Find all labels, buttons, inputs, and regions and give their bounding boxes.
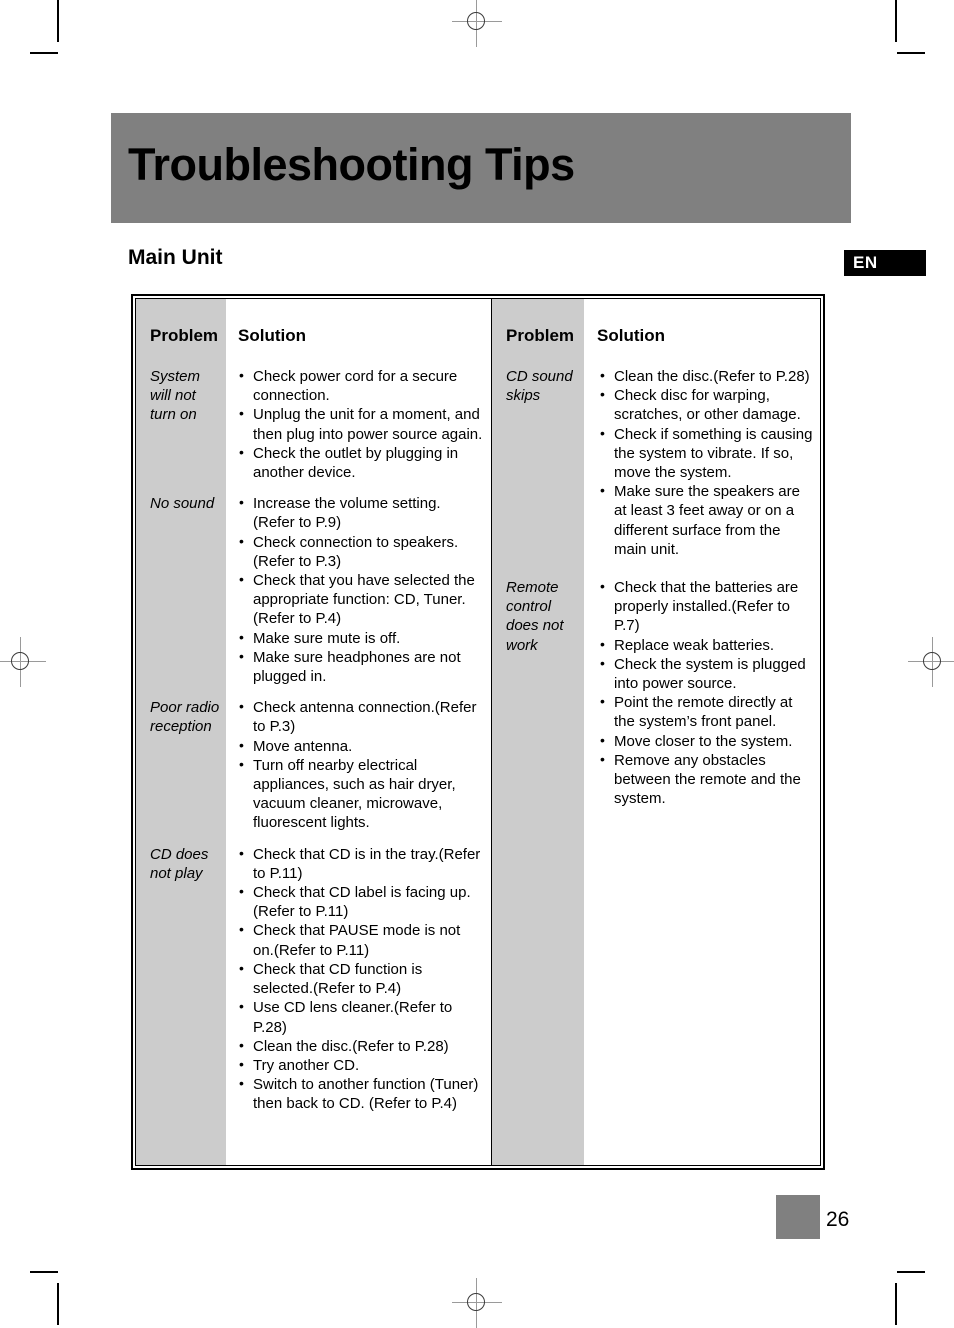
solution-list-item: Check that the batteries are properly in… bbox=[599, 577, 816, 636]
solution-cell: Clean the disc.(Refer to P.28)Check disc… bbox=[584, 366, 820, 559]
table-row-inner: Remote control does not work Check that t… bbox=[492, 577, 820, 809]
table-row: CD sound skips Clean the disc.(Refer to P… bbox=[492, 366, 820, 559]
table-row: System will not turn on Check power cord … bbox=[136, 366, 491, 482]
solution-cell: Check antenna connection.(Refer to P.3)M… bbox=[226, 697, 491, 833]
solution-list-item: Try another CD. bbox=[238, 1055, 485, 1075]
row-spacer bbox=[136, 833, 491, 845]
solution-list-item: Replace weak batteries. bbox=[599, 635, 816, 655]
column-header-problem-left: Problem bbox=[150, 326, 219, 345]
solution-list-item: Check power cord for a secure connection… bbox=[238, 366, 485, 405]
table-row-inner: System will not turn on Check power cord … bbox=[136, 366, 491, 482]
column-header-problem-right: Problem bbox=[506, 326, 575, 345]
table-left-half: Problem Solution System will not turn on… bbox=[136, 299, 491, 1165]
column-header-solution-right: Solution bbox=[597, 326, 665, 345]
table-right-half: Problem Solution CD sound skips Clean the… bbox=[491, 299, 820, 1165]
solution-list-item: Check that CD function is selected.(Refe… bbox=[238, 959, 485, 998]
table-row: CD does not play Check that CD is in the … bbox=[136, 844, 491, 1114]
page-number: 26 bbox=[826, 1208, 850, 1231]
section-heading: Main Unit bbox=[128, 246, 223, 269]
solution-list-item: Move closer to the system. bbox=[599, 731, 816, 751]
problem-cell: Poor radio reception bbox=[150, 699, 220, 736]
table-row-inner: Poor radio reception Check antenna connec… bbox=[136, 697, 491, 833]
solution-cell: Check power cord for a secure connection… bbox=[226, 366, 491, 482]
solution-cell: Check that the batteries are properly in… bbox=[584, 577, 820, 809]
row-spacer bbox=[492, 559, 820, 578]
language-badge: EN bbox=[844, 250, 926, 276]
problem-cell: CD does not play bbox=[150, 845, 209, 882]
solution-list-item: Clean the disc.(Refer to P.28) bbox=[238, 1036, 485, 1056]
solution-list-item: Check that PAUSE mode is not on.(Refer t… bbox=[238, 920, 485, 959]
problem-cell: No sound bbox=[150, 495, 215, 513]
table-row: Poor radio reception Check antenna connec… bbox=[136, 697, 491, 833]
solution-list: Increase the volume setting. (Refer to P… bbox=[238, 493, 485, 686]
table-rows-right: CD sound skips Clean the disc.(Refer to P… bbox=[492, 366, 820, 809]
row-spacer bbox=[136, 482, 491, 494]
solution-list-item: Check that CD is in the tray.(Refer to P… bbox=[238, 844, 485, 883]
solution-list-item: Switch to another function (Tuner) then … bbox=[238, 1074, 485, 1113]
solution-list-item: Make sure the speakers are at least 3 fe… bbox=[599, 481, 816, 559]
solution-list: Check power cord for a secure connection… bbox=[238, 366, 485, 482]
table-row: Remote control does not work Check that t… bbox=[492, 577, 820, 809]
page-title-banner: Troubleshooting Tips bbox=[111, 113, 851, 223]
solution-list-item: Turn off nearby electrical appliances, s… bbox=[238, 755, 485, 833]
column-header-solution-left: Solution bbox=[238, 326, 306, 345]
solution-list-item: Remove any obstacles between the remote … bbox=[599, 750, 816, 809]
table-rows-left: System will not turn on Check power cord … bbox=[136, 366, 491, 1114]
solution-cell: Increase the volume setting. (Refer to P… bbox=[226, 493, 491, 686]
solution-list-item: Check the system is plugged into power s… bbox=[599, 654, 816, 693]
solution-list-item: Check the outlet by plugging in another … bbox=[238, 443, 485, 482]
problem-cell: System will not turn on bbox=[150, 368, 201, 424]
solution-list-item: Check antenna connection.(Refer to P.3) bbox=[238, 697, 485, 736]
solution-list-item: Check disc for warping, scratches, or ot… bbox=[599, 385, 816, 424]
manual-page: Troubleshooting Tips Main Unit EN Proble… bbox=[0, 0, 954, 1325]
solution-list-item: Check that you have selected the appropr… bbox=[238, 570, 485, 629]
solution-list-item: Point the remote directly at the system’… bbox=[599, 692, 816, 731]
solution-list: Clean the disc.(Refer to P.28)Check disc… bbox=[599, 366, 816, 559]
troubleshooting-table-inner: Problem Solution System will not turn on… bbox=[135, 298, 821, 1166]
footer-color-block bbox=[776, 1195, 820, 1239]
problem-cell: Remote control does not work bbox=[506, 579, 564, 654]
solution-list-item: Unplug the unit for a moment, and then p… bbox=[238, 404, 485, 443]
solution-cell: Check that CD is in the tray.(Refer to P… bbox=[226, 844, 491, 1114]
page-title: Troubleshooting Tips bbox=[128, 139, 575, 190]
solution-list: Check antenna connection.(Refer to P.3)M… bbox=[238, 697, 485, 833]
solution-list-item: Make sure headphones are not plugged in. bbox=[238, 647, 485, 686]
solution-list-item: Check that CD label is facing up.(Refer … bbox=[238, 882, 485, 921]
solution-list-item: Check connection to speakers. (Refer to … bbox=[238, 532, 485, 571]
solution-list-item: Use CD lens cleaner.(Refer to P.28) bbox=[238, 997, 485, 1036]
table-row-inner: No sound Increase the volume setting. (Re… bbox=[136, 493, 491, 686]
row-spacer bbox=[136, 686, 491, 698]
table-row-inner: CD does not play Check that CD is in the … bbox=[136, 844, 491, 1114]
language-badge-label: EN bbox=[853, 253, 878, 272]
solution-list-item: Move antenna. bbox=[238, 736, 485, 756]
troubleshooting-table: Problem Solution System will not turn on… bbox=[131, 294, 825, 1170]
problem-cell: CD sound skips bbox=[506, 368, 573, 405]
solution-list: Check that CD is in the tray.(Refer to P… bbox=[238, 844, 485, 1114]
solution-list-item: Check if something is causing the system… bbox=[599, 424, 816, 483]
solution-list-item: Increase the volume setting. (Refer to P… bbox=[238, 493, 485, 532]
table-row-inner: CD sound skips Clean the disc.(Refer to P… bbox=[492, 366, 820, 559]
solution-list-item: Clean the disc.(Refer to P.28) bbox=[599, 366, 816, 386]
solution-list: Check that the batteries are properly in… bbox=[599, 577, 816, 809]
solution-list-item: Make sure mute is off. bbox=[238, 628, 485, 648]
table-row: No sound Increase the volume setting. (Re… bbox=[136, 493, 491, 686]
